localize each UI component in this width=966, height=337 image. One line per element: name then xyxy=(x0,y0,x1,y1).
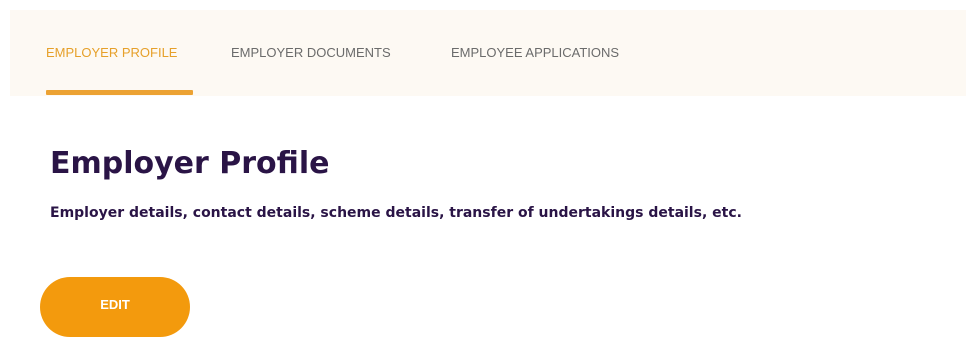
page-title: Employer Profile xyxy=(50,146,330,181)
tab-employee-applications[interactable]: EMPLOYEE APPLICATIONS xyxy=(451,45,619,60)
page-subtitle: Employer details, contact details, schem… xyxy=(50,205,742,221)
edit-button[interactable]: EDIT xyxy=(40,277,190,337)
tab-employer-documents[interactable]: EMPLOYER DOCUMENTS xyxy=(231,45,391,60)
active-tab-indicator xyxy=(46,90,193,95)
tab-bar: EMPLOYER PROFILE EMPLOYER DOCUMENTS EMPL… xyxy=(10,10,966,96)
tab-employer-profile[interactable]: EMPLOYER PROFILE xyxy=(46,45,177,60)
